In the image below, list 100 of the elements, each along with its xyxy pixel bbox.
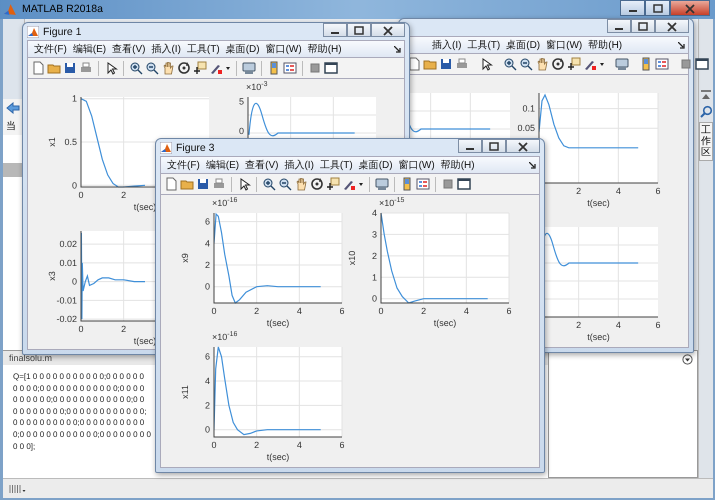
matlab-logo-icon: [27, 26, 39, 38]
scale-label: ×10$^{-16}$: [212, 331, 238, 342]
tick-label: 6: [506, 306, 512, 316]
tick-label: 0.02: [59, 239, 77, 250]
menu-item[interactable]: 编辑(E): [206, 158, 240, 172]
legend-icon[interactable]: [283, 61, 297, 75]
menu-item[interactable]: 插入(I): [151, 42, 181, 56]
zoom-in-icon[interactable]: [503, 57, 517, 71]
menu-item[interactable]: 帮助(H): [588, 38, 622, 52]
square-icon[interactable]: [679, 57, 693, 71]
axis-label: x10: [347, 250, 357, 266]
rotate-icon[interactable]: [310, 177, 324, 191]
tick-label: 4: [616, 186, 621, 196]
rotate-icon[interactable]: [177, 61, 191, 75]
scale-label: ×10$^{-15}$: [379, 197, 404, 208]
window-icon[interactable]: [324, 61, 338, 75]
tick-label: 0: [72, 276, 77, 287]
data-cursor-icon[interactable]: [326, 177, 340, 191]
square-icon[interactable]: [441, 177, 455, 191]
hand-icon[interactable]: [535, 57, 549, 71]
printer-icon[interactable]: [79, 61, 93, 75]
zoom-out-icon[interactable]: [519, 57, 533, 71]
monitor-icon[interactable]: [242, 61, 256, 75]
data-cursor-icon[interactable]: [567, 57, 581, 71]
new-file-icon[interactable]: [164, 177, 178, 191]
grip-icon[interactable]: [9, 484, 27, 494]
dock-arrow-icon[interactable]: [394, 46, 401, 52]
search-icon[interactable]: [700, 105, 712, 118]
tick-label: 0: [72, 180, 77, 190]
save-icon[interactable]: [63, 61, 77, 75]
zoom-in-icon[interactable]: [129, 61, 143, 75]
menu-item[interactable]: 文件(F): [167, 158, 200, 172]
zoom-in-icon[interactable]: [262, 177, 276, 191]
close-button[interactable]: [506, 139, 540, 153]
menu-item[interactable]: 帮助(H): [440, 158, 475, 172]
data-cursor-icon[interactable]: [193, 61, 207, 75]
menu-item[interactable]: 插入(I): [432, 38, 462, 52]
hand-icon[interactable]: [161, 61, 175, 75]
monitor-icon[interactable]: [375, 177, 389, 191]
save-icon[interactable]: [439, 57, 453, 71]
menu-item[interactable]: 查看(V): [112, 42, 146, 56]
tick-label: 4: [296, 440, 302, 450]
window-icon[interactable]: [695, 57, 709, 71]
menu-item[interactable]: 文件(F): [34, 42, 67, 56]
menu-item[interactable]: 桌面(D): [226, 42, 260, 56]
tick-label: 0: [372, 294, 377, 304]
tick-label: 4: [204, 376, 210, 386]
maximize-button[interactable]: [347, 23, 371, 37]
new-file-icon[interactable]: [31, 61, 45, 75]
dock-arrow-icon[interactable]: [529, 162, 536, 168]
close-button[interactable]: [655, 19, 689, 33]
zoom-out-icon[interactable]: [278, 177, 292, 191]
zoom-out-icon[interactable]: [145, 61, 159, 75]
hand-icon[interactable]: [294, 177, 308, 191]
maximize-button[interactable]: [631, 19, 655, 33]
legend-icon[interactable]: [655, 57, 669, 71]
window-title: Figure 3: [176, 142, 215, 154]
tick-label: 6: [340, 306, 344, 316]
legend-icon[interactable]: [416, 177, 430, 191]
maximize-button[interactable]: [482, 139, 506, 153]
menu-item[interactable]: 窗口(W): [266, 42, 302, 56]
tick-label: 2: [121, 190, 126, 200]
menu-item[interactable]: 桌面(D): [506, 38, 540, 52]
menu-item[interactable]: 插入(I): [284, 158, 314, 172]
axis-label: x1: [47, 137, 57, 147]
panel-tab[interactable]: 工作区: [699, 122, 713, 161]
menu-item[interactable]: 工具(T): [320, 158, 353, 172]
printer-icon[interactable]: [212, 177, 226, 191]
new-file-icon[interactable]: [407, 57, 421, 71]
scale-label: ×10$^{-3}$: [246, 81, 268, 92]
menu-item[interactable]: 窗口(W): [546, 38, 582, 52]
tick-label: 0.1: [522, 104, 535, 114]
dock-arrow-icon[interactable]: [678, 42, 685, 48]
maximize-button[interactable]: [645, 0, 670, 16]
menu-item[interactable]: 帮助(H): [308, 42, 342, 56]
menu-item[interactable]: 工具(T): [186, 42, 220, 56]
window-icon[interactable]: [457, 177, 471, 191]
axis-label: x9: [180, 253, 190, 263]
tick-label: 4: [296, 306, 302, 316]
dropdown-icon[interactable]: [682, 354, 693, 365]
minimize-button[interactable]: [323, 23, 347, 37]
rotate-icon[interactable]: [551, 57, 565, 71]
monitor-icon[interactable]: [615, 57, 629, 71]
collapse-icon[interactable]: [700, 89, 712, 101]
minimize-button[interactable]: [458, 139, 482, 153]
menu-item[interactable]: 窗口(W): [398, 158, 435, 172]
code-text: Q=[1 0 0 0 0 0 0 0 0 0 0 0;0 0 0 0 0 0 0 0 0 0;0 0 0 0 0 0 0 0 0 0 0 0;0 0 0 0 0 0 0 0 0 0;0 0 0 0 0 0 0 0 0 0 0 0;0 0 0 0 0 0 0 0 0 0;0 0 0 0 0 0 0 0 0 0 0 0; 0 0 0 0 0 0 0 0 0 0;0 0 0 0 0 0 0 0 0 0 0;0 0 0 0 0 0 0 0 0 0 0 0;0 0 0 0 0 0 0 0 0 0 0];: [13, 371, 151, 452]
menu-item[interactable]: 编辑(E): [72, 42, 106, 56]
menu-item[interactable]: 桌面(D): [358, 158, 393, 172]
file-tab[interactable]: finalsolu.m: [9, 353, 52, 363]
minimize-button[interactable]: [620, 0, 645, 16]
menu-item[interactable]: 工具(T): [467, 38, 500, 52]
save-icon[interactable]: [196, 177, 210, 191]
close-button[interactable]: [670, 0, 710, 16]
menu-item[interactable]: 查看(V): [245, 158, 278, 172]
minimize-button[interactable]: [607, 19, 631, 33]
close-button[interactable]: [371, 23, 405, 37]
tick-label: 6: [656, 186, 660, 196]
printer-icon[interactable]: [455, 57, 469, 71]
square-icon[interactable]: [308, 61, 322, 75]
